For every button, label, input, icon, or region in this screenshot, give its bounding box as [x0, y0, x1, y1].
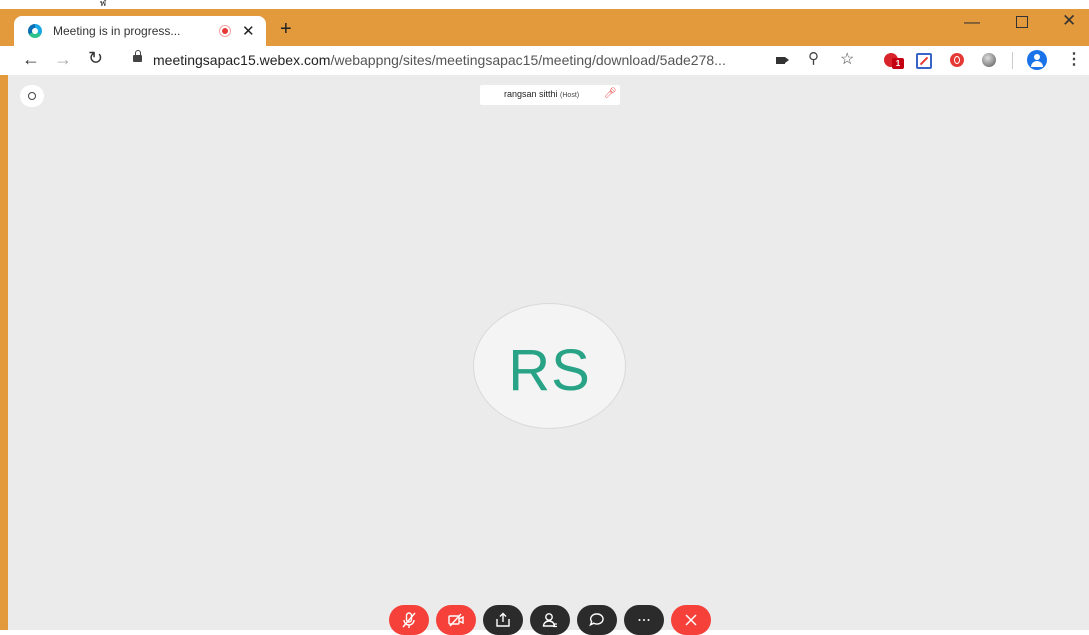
more-options-button[interactable]	[624, 605, 664, 635]
extension-badge: 1	[892, 58, 904, 69]
window-close-button[interactable]: ✕	[1062, 11, 1076, 31]
tab-title: Meeting is in progress...	[53, 24, 181, 38]
participants-button[interactable]	[530, 605, 570, 635]
participant-name-tag: rangsan sitthi (Host) 🎤︎	[480, 85, 620, 105]
share-button[interactable]	[483, 605, 523, 635]
start-video-button[interactable]	[436, 605, 476, 635]
back-arrow-icon[interactable]: ←	[22, 49, 40, 70]
video-off-icon	[448, 613, 464, 627]
tab-bar: Meeting is in progress... ✕ + — ✕	[0, 9, 1089, 46]
participant-avatar: RS	[473, 303, 626, 429]
share-icon	[496, 612, 510, 627]
webex-favicon-icon	[28, 24, 42, 38]
forward-arrow-icon[interactable]: →	[54, 49, 72, 70]
recording-indicator-icon	[219, 25, 231, 37]
camera-icon[interactable]	[776, 57, 789, 64]
participants-icon	[542, 613, 557, 628]
muted-mic-icon: 🎤︎	[604, 88, 617, 99]
reload-icon[interactable]: ↻	[88, 48, 103, 69]
profile-avatar-icon[interactable]	[1027, 50, 1047, 70]
maximize-button[interactable]	[1016, 16, 1028, 28]
zoom-icon[interactable]: ⚲	[808, 49, 819, 67]
active-tab[interactable]: Meeting is in progress... ✕	[14, 16, 266, 46]
new-tab-button[interactable]: +	[280, 19, 292, 39]
participant-label: rangsan sitthi (Host)	[504, 89, 579, 99]
more-dots-icon	[638, 619, 650, 621]
address-bar[interactable]: meetingsapac15.webex.com/webappng/sites/…	[153, 52, 726, 68]
tab-close-icon[interactable]: ✕	[242, 22, 255, 40]
url-path: /webappng/sites/meetingsapac15/meeting/d…	[330, 52, 726, 68]
mic-muted-icon	[402, 612, 416, 628]
chat-button[interactable]	[577, 605, 617, 635]
menu-kebab-icon[interactable]: ⋮	[1066, 49, 1082, 69]
meeting-controls	[389, 605, 713, 635]
lock-icon[interactable]	[133, 50, 142, 62]
avatar-initials: RS	[508, 338, 591, 403]
bookmark-star-icon[interactable]: ☆	[840, 49, 854, 69]
chat-icon	[589, 613, 604, 627]
browser-window: Meeting is in progress... ✕ + — ✕ ← → ↻ …	[0, 9, 1089, 635]
eye-icon[interactable]	[20, 85, 44, 107]
extension-blocker-icon[interactable]	[916, 53, 932, 69]
extension-gray-icon[interactable]	[982, 53, 996, 67]
close-icon	[685, 614, 697, 626]
top-mark: ฬ	[100, 0, 107, 9]
top-strip: ฬ	[0, 0, 1089, 9]
meeting-stage: rangsan sitthi (Host) 🎤︎ RS	[8, 75, 1089, 635]
participant-role: (Host)	[560, 92, 580, 99]
toolbar-separator	[1012, 52, 1013, 69]
participant-name: rangsan sitthi	[504, 89, 558, 99]
unmute-button[interactable]	[389, 605, 429, 635]
browser-toolbar: ← → ↻ meetingsapac15.webex.com/webappng/…	[0, 46, 1089, 75]
minimize-button[interactable]: —	[964, 14, 980, 32]
leave-meeting-button[interactable]	[671, 605, 711, 635]
extension-opera-icon[interactable]	[950, 53, 964, 67]
url-domain: meetingsapac15.webex.com	[153, 52, 331, 68]
